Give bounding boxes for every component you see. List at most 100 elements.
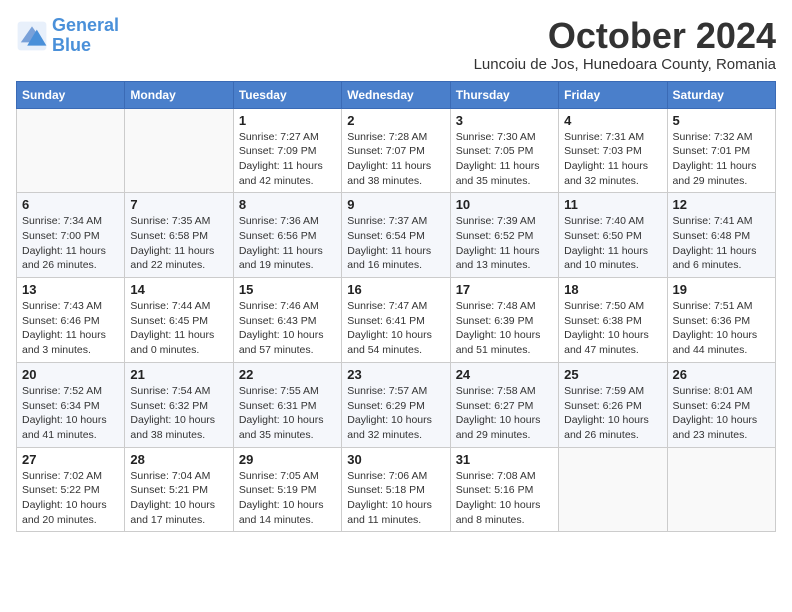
day-number: 30 (347, 452, 444, 467)
day-number: 7 (130, 197, 227, 212)
day-number: 31 (456, 452, 553, 467)
week-row-2: 6Sunrise: 7:34 AMSunset: 7:00 PMDaylight… (17, 193, 776, 278)
cell-info: Sunrise: 7:08 AMSunset: 5:16 PMDaylight:… (456, 469, 553, 528)
day-number: 20 (22, 367, 119, 382)
calendar-table: SundayMondayTuesdayWednesdayThursdayFrid… (16, 81, 776, 533)
cell-info: Sunrise: 7:59 AMSunset: 6:26 PMDaylight:… (564, 384, 661, 443)
calendar-cell: 20Sunrise: 7:52 AMSunset: 6:34 PMDayligh… (17, 362, 125, 447)
calendar-cell: 6Sunrise: 7:34 AMSunset: 7:00 PMDaylight… (17, 193, 125, 278)
cell-info: Sunrise: 7:40 AMSunset: 6:50 PMDaylight:… (564, 214, 661, 273)
weekday-header-saturday: Saturday (667, 81, 775, 108)
cell-info: Sunrise: 7:43 AMSunset: 6:46 PMDaylight:… (22, 299, 119, 358)
cell-info: Sunrise: 7:37 AMSunset: 6:54 PMDaylight:… (347, 214, 444, 273)
weekday-header-sunday: Sunday (17, 81, 125, 108)
day-number: 4 (564, 113, 661, 128)
day-number: 15 (239, 282, 336, 297)
calendar-cell: 25 Sunrise: 7:59 AMSunset: 6:26 PMDayligh… (559, 362, 667, 447)
weekday-header-row: SundayMondayTuesdayWednesdayThursdayFrid… (17, 81, 776, 108)
calendar-cell: 1Sunrise: 7:27 AMSunset: 7:09 PMDaylight… (233, 108, 341, 193)
calendar-cell: 27 Sunrise: 7:02 AMSunset: 5:22 PMDayligh… (17, 447, 125, 532)
cell-info: Sunrise: 7:44 AMSunset: 6:45 PMDaylight:… (130, 299, 227, 358)
calendar-cell: 9 Sunrise: 7:37 AMSunset: 6:54 PMDaylight… (342, 193, 450, 278)
calendar-cell: 23 Sunrise: 7:57 AMSunset: 6:29 PMDayligh… (342, 362, 450, 447)
day-number: 23 (347, 367, 444, 382)
calendar-cell: 22 Sunrise: 7:55 AMSunset: 6:31 PMDayligh… (233, 362, 341, 447)
calendar-cell: 31 Sunrise: 7:08 AMSunset: 5:16 PMDayligh… (450, 447, 558, 532)
day-number: 5 (673, 113, 770, 128)
month-title: October 2024 (474, 16, 776, 56)
logo-icon (16, 20, 48, 52)
cell-info: Sunrise: 7:57 AMSunset: 6:29 PMDaylight:… (347, 384, 444, 443)
week-row-5: 27 Sunrise: 7:02 AMSunset: 5:22 PMDayligh… (17, 447, 776, 532)
weekday-header-friday: Friday (559, 81, 667, 108)
page-header: General Blue October 2024 Luncoiu de Jos… (16, 16, 776, 73)
cell-info: Sunrise: 7:02 AMSunset: 5:22 PMDaylight:… (22, 469, 119, 528)
calendar-cell: 16Sunrise: 7:47 AMSunset: 6:41 PMDayligh… (342, 278, 450, 363)
cell-info: Sunrise: 8:01 AMSunset: 6:24 PMDaylight:… (673, 384, 770, 443)
week-row-4: 20Sunrise: 7:52 AMSunset: 6:34 PMDayligh… (17, 362, 776, 447)
day-number: 21 (130, 367, 227, 382)
calendar-cell: 29 Sunrise: 7:05 AMSunset: 5:19 PMDayligh… (233, 447, 341, 532)
calendar-cell: 24Sunrise: 7:58 AMSunset: 6:27 PMDayligh… (450, 362, 558, 447)
calendar-cell: 10Sunrise: 7:39 AMSunset: 6:52 PMDayligh… (450, 193, 558, 278)
weekday-header-tuesday: Tuesday (233, 81, 341, 108)
calendar-cell: 21 Sunrise: 7:54 AMSunset: 6:32 PMDayligh… (125, 362, 233, 447)
day-number: 18 (564, 282, 661, 297)
calendar-cell: 13 Sunrise: 7:43 AMSunset: 6:46 PMDayligh… (17, 278, 125, 363)
day-number: 12 (673, 197, 770, 212)
title-block: October 2024 Luncoiu de Jos, Hunedoara C… (474, 16, 776, 73)
day-number: 29 (239, 452, 336, 467)
day-number: 2 (347, 113, 444, 128)
calendar-cell: 14 Sunrise: 7:44 AMSunset: 6:45 PMDayligh… (125, 278, 233, 363)
day-number: 16 (347, 282, 444, 297)
calendar-cell (17, 108, 125, 193)
cell-info: Sunrise: 7:48 AMSunset: 6:39 PMDaylight:… (456, 299, 553, 358)
day-number: 22 (239, 367, 336, 382)
cell-info: Sunrise: 7:34 AMSunset: 7:00 PMDaylight:… (22, 214, 119, 273)
cell-info: Sunrise: 7:46 AMSunset: 6:43 PMDaylight:… (239, 299, 336, 358)
cell-info: Sunrise: 7:35 AMSunset: 6:58 PMDaylight:… (130, 214, 227, 273)
cell-info: Sunrise: 7:06 AMSunset: 5:18 PMDaylight:… (347, 469, 444, 528)
day-number: 10 (456, 197, 553, 212)
cell-info: Sunrise: 7:04 AMSunset: 5:21 PMDaylight:… (130, 469, 227, 528)
calendar-cell (125, 108, 233, 193)
calendar-cell: 2Sunrise: 7:28 AMSunset: 7:07 PMDaylight… (342, 108, 450, 193)
cell-info: Sunrise: 7:50 AMSunset: 6:38 PMDaylight:… (564, 299, 661, 358)
day-number: 14 (130, 282, 227, 297)
calendar-cell: 17 Sunrise: 7:48 AMSunset: 6:39 PMDayligh… (450, 278, 558, 363)
day-number: 25 (564, 367, 661, 382)
weekday-header-wednesday: Wednesday (342, 81, 450, 108)
day-number: 9 (347, 197, 444, 212)
cell-info: Sunrise: 7:41 AMSunset: 6:48 PMDaylight:… (673, 214, 770, 273)
cell-info: Sunrise: 7:55 AMSunset: 6:31 PMDaylight:… (239, 384, 336, 443)
week-row-3: 13 Sunrise: 7:43 AMSunset: 6:46 PMDayligh… (17, 278, 776, 363)
logo-text: General Blue (52, 16, 119, 56)
calendar-cell: 3Sunrise: 7:30 AMSunset: 7:05 PMDaylight… (450, 108, 558, 193)
weekday-header-monday: Monday (125, 81, 233, 108)
calendar-cell: 19Sunrise: 7:51 AMSunset: 6:36 PMDayligh… (667, 278, 775, 363)
cell-info: Sunrise: 7:54 AMSunset: 6:32 PMDaylight:… (130, 384, 227, 443)
calendar-cell: 12 Sunrise: 7:41 AMSunset: 6:48 PMDayligh… (667, 193, 775, 278)
location: Luncoiu de Jos, Hunedoara County, Romani… (474, 56, 776, 73)
cell-info: Sunrise: 7:51 AMSunset: 6:36 PMDaylight:… (673, 299, 770, 358)
day-number: 27 (22, 452, 119, 467)
cell-info: Sunrise: 7:31 AMSunset: 7:03 PMDaylight:… (564, 130, 661, 189)
calendar-cell: 5Sunrise: 7:32 AMSunset: 7:01 PMDaylight… (667, 108, 775, 193)
calendar-cell (667, 447, 775, 532)
cell-info: Sunrise: 7:05 AMSunset: 5:19 PMDaylight:… (239, 469, 336, 528)
day-number: 24 (456, 367, 553, 382)
calendar-cell: 15 Sunrise: 7:46 AMSunset: 6:43 PMDayligh… (233, 278, 341, 363)
calendar-cell: 4 Sunrise: 7:31 AMSunset: 7:03 PMDaylight… (559, 108, 667, 193)
day-number: 26 (673, 367, 770, 382)
calendar-cell: 11 Sunrise: 7:40 AMSunset: 6:50 PMDayligh… (559, 193, 667, 278)
day-number: 13 (22, 282, 119, 297)
logo-line2: Blue (52, 35, 91, 55)
day-number: 28 (130, 452, 227, 467)
day-number: 11 (564, 197, 661, 212)
week-row-1: 1Sunrise: 7:27 AMSunset: 7:09 PMDaylight… (17, 108, 776, 193)
cell-info: Sunrise: 7:27 AMSunset: 7:09 PMDaylight:… (239, 130, 336, 189)
calendar-cell: 18 Sunrise: 7:50 AMSunset: 6:38 PMDayligh… (559, 278, 667, 363)
day-number: 17 (456, 282, 553, 297)
logo-line1: General (52, 15, 119, 35)
day-number: 3 (456, 113, 553, 128)
